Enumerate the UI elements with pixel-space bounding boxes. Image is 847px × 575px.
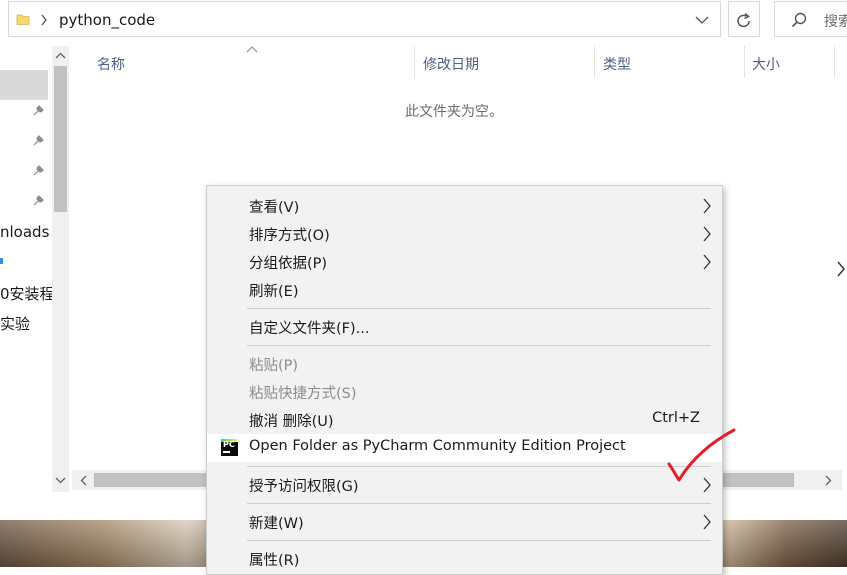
checkmark-icon xyxy=(667,428,736,482)
column-divider[interactable] xyxy=(834,46,835,78)
chevron-right-icon[interactable] xyxy=(836,260,846,278)
menu-separator xyxy=(247,345,711,346)
column-divider[interactable] xyxy=(414,46,415,78)
chevron-right-icon[interactable] xyxy=(40,14,48,26)
menu-item-paste-shortcut[interactable]: 粘贴快捷方式(S) xyxy=(207,378,722,406)
column-header-type[interactable]: 类型 xyxy=(603,54,631,74)
scroll-left-icon[interactable] xyxy=(80,475,88,486)
menu-item-customize-folder[interactable]: 自定义文件夹(F)... xyxy=(207,313,722,341)
menu-item-label: 排序方式(O) xyxy=(249,228,330,244)
address-bar[interactable]: python_code xyxy=(8,1,721,37)
submenu-arrow-icon xyxy=(703,226,711,242)
refresh-button[interactable] xyxy=(728,1,760,37)
menu-item-paste[interactable]: 粘贴(P) xyxy=(207,350,722,378)
pycharm-icon: PC xyxy=(221,439,238,456)
menu-item-label: 分组依据(P) xyxy=(249,256,328,272)
pin-icon xyxy=(33,135,44,146)
menu-item-new[interactable]: 新建(W) xyxy=(207,508,722,536)
pin-icon xyxy=(33,165,44,176)
nav-item-marker xyxy=(0,258,3,264)
nav-vertical-scrollbar[interactable] xyxy=(52,46,69,492)
menu-separator xyxy=(247,503,711,504)
pin-icon xyxy=(33,105,44,116)
menu-item-label: 刷新(E) xyxy=(249,284,299,300)
menu-item-label: 授予访问权限(G) xyxy=(249,479,359,495)
search-placeholder[interactable]: 搜索 xyxy=(824,11,847,31)
menu-separator xyxy=(247,466,711,467)
scrollbar-thumb[interactable] xyxy=(54,66,67,212)
sort-up-icon xyxy=(246,46,258,53)
menu-item-label: 自定义文件夹(F)... xyxy=(249,321,370,337)
folder-icon xyxy=(16,14,30,25)
menu-item-label: 查看(V) xyxy=(249,200,300,216)
column-header-name[interactable]: 名称 xyxy=(97,54,125,74)
menu-item-label: Open Folder as PyCharm Community Edition… xyxy=(249,438,626,454)
menu-item-group-by[interactable]: 分组依据(P) xyxy=(207,248,722,276)
context-menu: 查看(V) 排序方式(O) 分组依据(P) 刷新(E) 自定义文件夹(F)...… xyxy=(206,185,723,575)
scroll-up-icon[interactable] xyxy=(55,52,66,60)
column-divider[interactable] xyxy=(744,46,745,78)
column-divider[interactable] xyxy=(594,46,595,78)
menu-item-label: 粘贴(P) xyxy=(249,358,299,374)
nav-item-experiment[interactable]: 实验 xyxy=(0,313,30,334)
nav-item-downloads[interactable]: nloads xyxy=(0,223,49,241)
pin-icon xyxy=(33,195,44,206)
submenu-arrow-icon xyxy=(703,198,711,214)
menu-separator xyxy=(247,308,711,309)
menu-item-undo-delete[interactable]: 撤消 删除(U) Ctrl+Z xyxy=(207,406,722,434)
menu-item-pycharm-open-folder[interactable]: PC Open Folder as PyCharm Community Edit… xyxy=(207,434,722,462)
address-path[interactable]: python_code xyxy=(59,11,155,29)
menu-item-properties[interactable]: 属性(R) xyxy=(207,545,722,573)
menu-item-label: 新建(W) xyxy=(249,516,304,532)
menu-item-sort-by[interactable]: 排序方式(O) xyxy=(207,220,722,248)
column-header-size[interactable]: 大小 xyxy=(752,54,780,74)
nav-selected-item[interactable] xyxy=(0,70,48,100)
menu-item-view[interactable]: 查看(V) xyxy=(207,192,722,220)
menu-item-refresh[interactable]: 刷新(E) xyxy=(207,276,722,304)
refresh-icon xyxy=(737,12,750,28)
empty-folder-message: 此文件夹为空。 xyxy=(405,104,503,120)
search-icon xyxy=(791,12,807,28)
chevron-down-icon[interactable] xyxy=(695,15,709,25)
scroll-down-icon[interactable] xyxy=(55,476,66,484)
menu-item-label: 粘贴快捷方式(S) xyxy=(249,386,357,402)
scroll-right-icon[interactable] xyxy=(824,475,832,486)
menu-separator xyxy=(247,540,711,541)
submenu-arrow-icon xyxy=(703,514,711,530)
submenu-arrow-icon xyxy=(703,254,711,270)
column-header-modified[interactable]: 修改日期 xyxy=(423,54,479,74)
menu-item-grant-access[interactable]: 授予访问权限(G) xyxy=(207,471,722,499)
search-box[interactable]: 搜索 xyxy=(774,1,847,37)
nav-item-install[interactable]: 0安装程 xyxy=(0,283,55,304)
menu-item-label: 撤消 删除(U) xyxy=(249,414,334,430)
